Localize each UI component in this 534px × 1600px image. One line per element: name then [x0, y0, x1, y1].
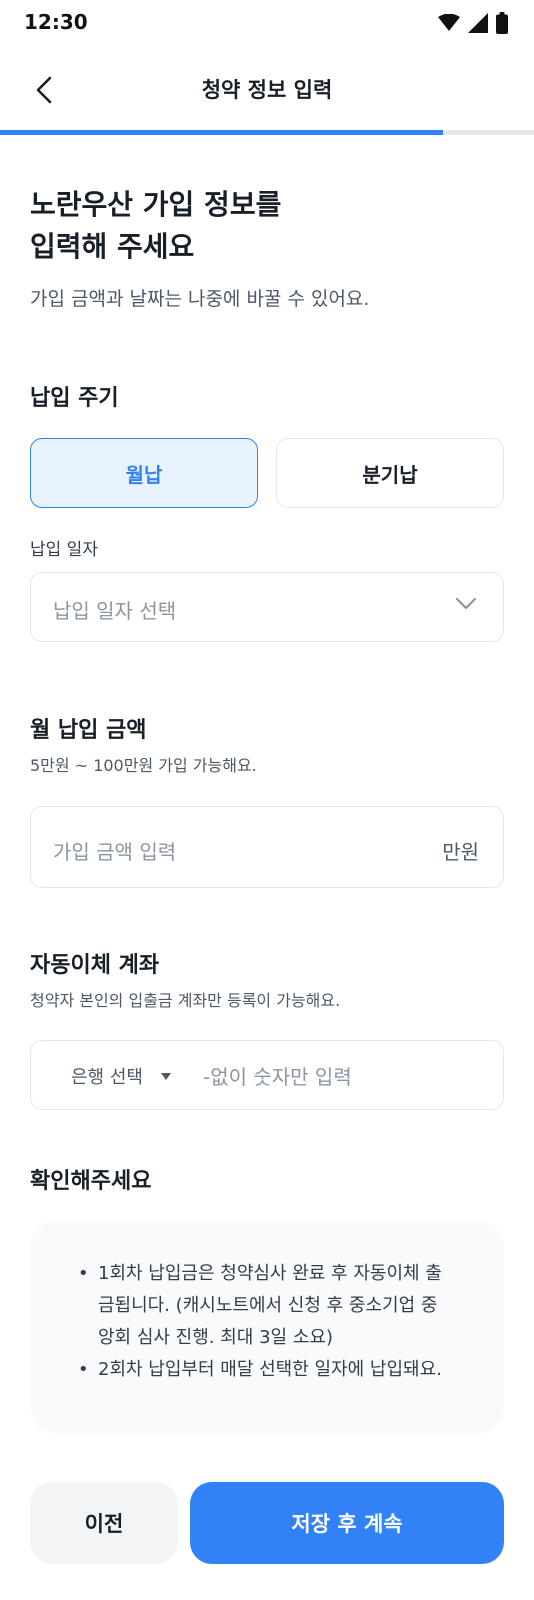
battery-icon [496, 12, 508, 34]
monthly-amount-help: 5만원 ~ 100만원 가입 가능해요. [30, 756, 257, 775]
amount-unit: 만원 [442, 840, 479, 864]
cell-signal-icon [468, 13, 488, 33]
payment-date-label: 납입 일자 [30, 540, 98, 560]
bullet: • [78, 1359, 89, 1380]
bank-select[interactable]: 은행 선택 [71, 1063, 171, 1089]
notice-item: • 1회차 납입금은 청약심사 완료 후 자동이체 출 금됩니다. (캐시노트에… [78, 1258, 474, 1354]
progress-bar [0, 130, 534, 135]
status-time: 12:30 [24, 10, 88, 34]
chevron-down-icon [455, 597, 477, 610]
wifi-icon [438, 14, 460, 31]
prev-button[interactable]: 이전 [30, 1482, 178, 1564]
notice-list: • 1회차 납입금은 청약심사 완료 후 자동이체 출 금됩니다. (캐시노트에… [78, 1258, 474, 1386]
amount-input[interactable]: 가입 금액 입력 만원 [30, 806, 504, 888]
headline-line-1: 노란우산 가입 정보를 [30, 188, 282, 221]
notice-line: 금됩니다. (캐시노트에서 신청 후 중소기업 중 [98, 1295, 438, 1316]
page-title: 청약 정보 입력 [201, 78, 333, 102]
headline-subtitle: 가입 금액과 날짜는 나중에 바꿀 수 있어요. [30, 288, 370, 310]
monthly-payment-option[interactable]: 월납 [30, 438, 258, 508]
app-bar: 청약 정보 입력 [0, 58, 534, 122]
progress-fill [0, 130, 444, 135]
bank-select-label: 은행 선택 [71, 1067, 143, 1088]
notice-line: 앙회 심사 진행. 최대 3일 소요) [98, 1327, 333, 1348]
monthly-amount-title: 월 납입 금액 [30, 718, 147, 743]
auto-transfer-help: 청약자 본인의 입출금 계좌만 등록이 가능해요. [30, 991, 341, 1010]
payment-date-select[interactable]: 납입 일자 선택 [30, 572, 504, 642]
headline-line-2: 입력해 주세요 [30, 230, 195, 263]
headline: 노란우산 가입 정보를 입력해 주세요 [30, 184, 281, 268]
status-icons [438, 12, 508, 34]
quarterly-payment-option[interactable]: 분기납 [276, 438, 504, 508]
notice-box: • 1회차 납입금은 청약심사 완료 후 자동이체 출 금됩니다. (캐시노트에… [30, 1220, 504, 1434]
account-field: 은행 선택 -없이 숫자만 입력 [30, 1040, 504, 1110]
auto-transfer-title: 자동이체 계좌 [30, 953, 160, 978]
caret-down-icon [160, 1072, 171, 1080]
subscription-info-screen: 12:30 청약 정보 입력 노란우산 가입 정보를 입력해 주세요 가입 금액… [0, 0, 534, 1600]
notice-item: • 2회차 납입부터 매달 선택한 일자에 납입돼요. [78, 1354, 474, 1386]
payment-cycle-title: 납입 주기 [30, 386, 119, 411]
payment-date-placeholder: 납입 일자 선택 [53, 599, 177, 623]
amount-placeholder: 가입 금액 입력 [53, 840, 177, 864]
account-number-input[interactable]: -없이 숫자만 입력 [203, 1061, 352, 1090]
bullet: • [78, 1263, 89, 1284]
notice-line: 2회차 납입부터 매달 선택한 일자에 납입돼요. [98, 1359, 442, 1380]
save-continue-button[interactable]: 저장 후 계속 [190, 1482, 504, 1564]
status-bar: 12:30 [0, 0, 534, 48]
notice-title: 확인해주세요 [30, 1169, 152, 1194]
notice-line: 1회차 납입금은 청약심사 완료 후 자동이체 출 [98, 1263, 442, 1284]
